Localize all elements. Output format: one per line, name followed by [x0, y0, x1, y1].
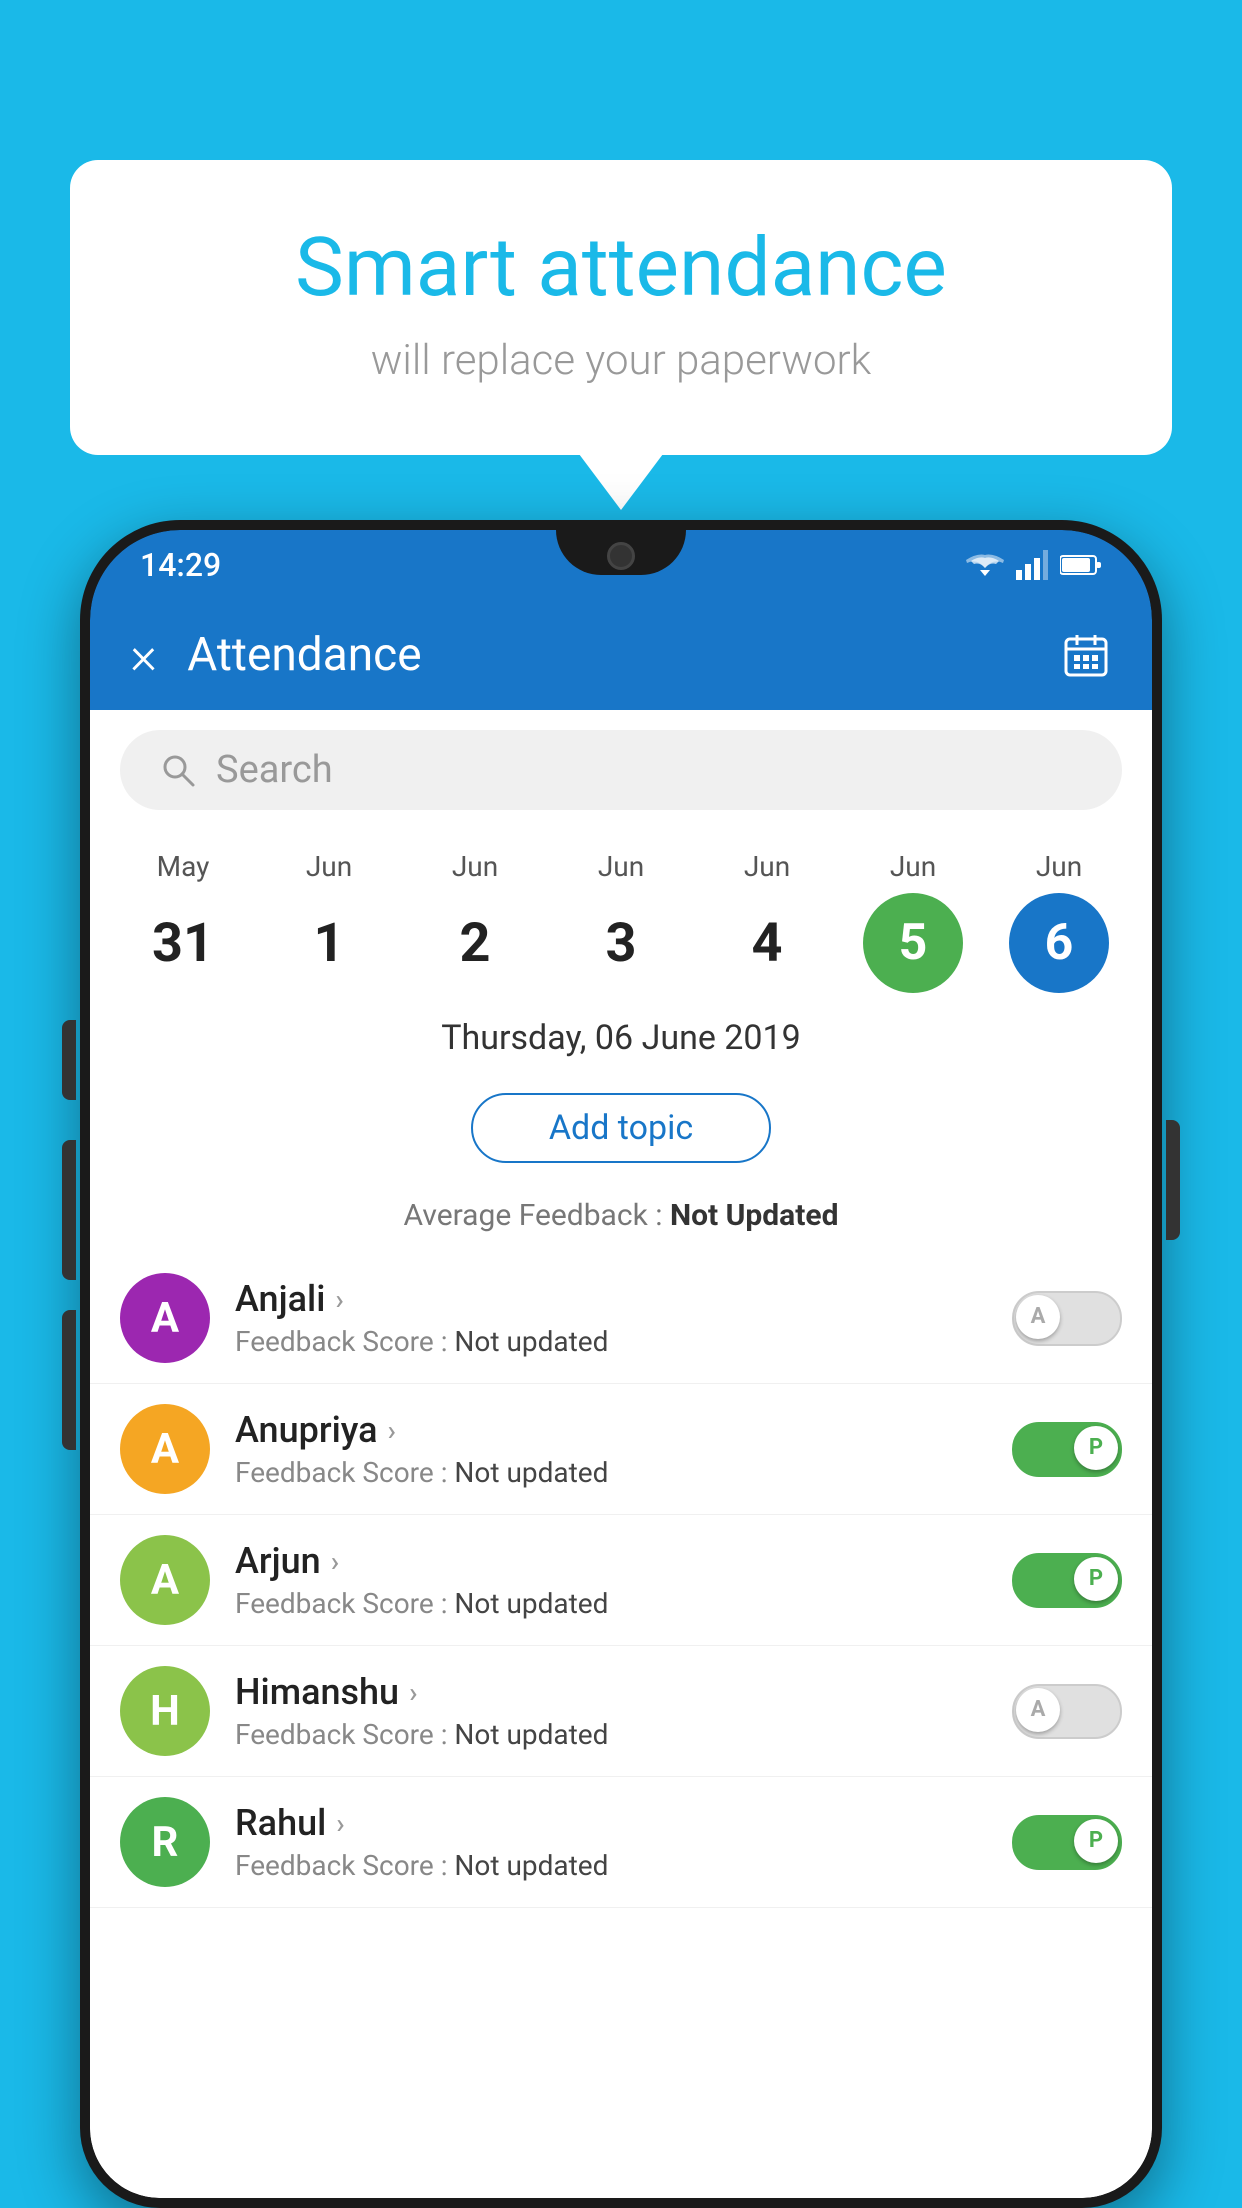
- attendance-toggle[interactable]: A: [1012, 1291, 1122, 1346]
- date-item-6[interactable]: Jun 6: [989, 850, 1129, 993]
- date-strip: May 31 Jun 1 Jun 2 Jun 3 Jun 4 Jun 5 Jun 6: [90, 830, 1152, 993]
- calendar-icon[interactable]: [1060, 629, 1112, 681]
- attendance-toggle[interactable]: P: [1012, 1422, 1122, 1477]
- student-item[interactable]: A Anupriya › Feedback Score : Not updated P: [90, 1384, 1152, 1515]
- avg-feedback-value: Not Updated: [670, 1198, 839, 1233]
- battery-icon: [1060, 553, 1102, 577]
- status-time: 14:29: [140, 546, 221, 584]
- student-item[interactable]: AAnjali ›Feedback Score : Not updatedA: [90, 1253, 1152, 1384]
- attendance-toggle[interactable]: A: [1012, 1684, 1122, 1739]
- close-button[interactable]: ×: [130, 625, 157, 686]
- toggle-thumb: P: [1074, 1819, 1118, 1863]
- date-number: 1: [314, 912, 345, 975]
- toggle-container[interactable]: A: [1012, 1291, 1122, 1346]
- student-item[interactable]: A Arjun › Feedback Score : Not updated P: [90, 1515, 1152, 1646]
- toggle-thumb: A: [1016, 1688, 1060, 1732]
- student-feedback: Feedback Score : Not updated: [235, 1587, 1012, 1620]
- student-feedback: Feedback Score : Not updated: [235, 1849, 1012, 1882]
- average-feedback: Average Feedback : Not Updated: [90, 1188, 1152, 1253]
- date-item-3[interactable]: Jun 3: [551, 850, 691, 993]
- date-number: 3: [606, 912, 637, 975]
- phone-inner: 14:29: [90, 530, 1152, 2198]
- camera: [607, 542, 635, 570]
- app-bar: × Attendance: [90, 600, 1152, 710]
- toggle-container[interactable]: P: [1012, 1422, 1122, 1477]
- volume-up-button: [62, 1020, 76, 1100]
- bubble-title: Smart attendance: [150, 220, 1092, 316]
- bubble-subtitle: will replace your paperwork: [150, 336, 1092, 385]
- student-name: Himanshu ›: [235, 1671, 1012, 1713]
- student-info: Anjali › Feedback Score : Not updated: [235, 1278, 1012, 1358]
- student-info: Himanshu › Feedback Score : Not updated: [235, 1671, 1012, 1751]
- screen-content: Search May 31 Jun 1 Jun 2 Jun 3 Jun 4 Jun 5 Jun 6 Thu…: [90, 710, 1152, 2198]
- date-item-1[interactable]: Jun 1: [259, 850, 399, 993]
- date-item-31[interactable]: May 31: [113, 850, 253, 993]
- status-icons: [966, 550, 1102, 580]
- volume-mute-button: [62, 1310, 76, 1450]
- phone-screen: 14:29: [90, 530, 1152, 2198]
- wifi-icon: [966, 550, 1004, 580]
- student-feedback: Feedback Score : Not updated: [235, 1456, 1012, 1489]
- toggle-thumb: A: [1016, 1295, 1060, 1339]
- toggle-container[interactable]: A: [1012, 1684, 1122, 1739]
- avg-feedback-label: Average Feedback :: [404, 1198, 670, 1233]
- student-feedback: Feedback Score : Not updated: [235, 1325, 1012, 1358]
- chevron-icon: ›: [388, 1414, 396, 1447]
- toggle-container[interactable]: P: [1012, 1815, 1122, 1870]
- selected-date: Thursday, 06 June 2019: [90, 993, 1152, 1083]
- student-avatar: A: [120, 1273, 210, 1363]
- student-info: Rahul › Feedback Score : Not updated: [235, 1802, 1012, 1882]
- student-item[interactable]: R Rahul › Feedback Score : Not updated P: [90, 1777, 1152, 1908]
- chevron-icon: ›: [336, 1807, 344, 1840]
- student-avatar: H: [120, 1666, 210, 1756]
- search-field[interactable]: Search: [120, 730, 1122, 810]
- student-name: Rahul ›: [235, 1802, 1012, 1844]
- power-button: [1166, 1120, 1180, 1240]
- date-number: 31: [152, 912, 214, 975]
- date-month: May: [157, 850, 210, 883]
- date-number: 6: [1045, 914, 1074, 972]
- date-item-5[interactable]: Jun 5: [843, 850, 983, 993]
- student-list: AAnjali ›Feedback Score : Not updatedAAA…: [90, 1253, 1152, 2198]
- student-feedback: Feedback Score : Not updated: [235, 1718, 1012, 1751]
- search-icon: [160, 752, 196, 788]
- date-month: Jun: [1036, 850, 1082, 883]
- date-month: Jun: [306, 850, 352, 883]
- signal-icon: [1016, 550, 1048, 580]
- speech-bubble: Smart attendance will replace your paper…: [70, 160, 1172, 455]
- date-month: Jun: [598, 850, 644, 883]
- phone-frame: 14:29: [80, 520, 1162, 2208]
- date-number: 5: [899, 914, 928, 972]
- date-number: 2: [460, 912, 491, 975]
- app-title: Attendance: [187, 628, 1030, 682]
- student-name: Anupriya ›: [235, 1409, 1012, 1451]
- toggle-thumb: P: [1074, 1426, 1118, 1470]
- chevron-icon: ›: [335, 1283, 343, 1316]
- date-number: 4: [752, 912, 783, 975]
- date-item-2[interactable]: Jun 2: [405, 850, 545, 993]
- toggle-thumb: P: [1074, 1557, 1118, 1601]
- student-info: Anupriya › Feedback Score : Not updated: [235, 1409, 1012, 1489]
- date-month: Jun: [890, 850, 936, 883]
- student-name: Arjun ›: [235, 1540, 1012, 1582]
- student-item[interactable]: H Himanshu › Feedback Score : Not updatedA: [90, 1646, 1152, 1777]
- volume-down-button: [62, 1140, 76, 1280]
- search-placeholder: Search: [216, 748, 333, 792]
- date-item-4[interactable]: Jun 4: [697, 850, 837, 993]
- student-avatar: A: [120, 1404, 210, 1494]
- student-name: Anjali ›: [235, 1278, 1012, 1320]
- student-avatar: R: [120, 1797, 210, 1887]
- chevron-icon: ›: [331, 1545, 339, 1578]
- chevron-icon: ›: [409, 1676, 417, 1709]
- date-month: Jun: [452, 850, 498, 883]
- attendance-toggle[interactable]: P: [1012, 1815, 1122, 1870]
- student-info: Arjun › Feedback Score : Not updated: [235, 1540, 1012, 1620]
- date-month: Jun: [744, 850, 790, 883]
- speech-bubble-container: Smart attendance will replace your paper…: [70, 160, 1172, 455]
- student-avatar: A: [120, 1535, 210, 1625]
- search-bar-container: Search: [90, 710, 1152, 830]
- add-topic-button[interactable]: Add topic: [471, 1093, 771, 1163]
- toggle-container[interactable]: P: [1012, 1553, 1122, 1608]
- attendance-toggle[interactable]: P: [1012, 1553, 1122, 1608]
